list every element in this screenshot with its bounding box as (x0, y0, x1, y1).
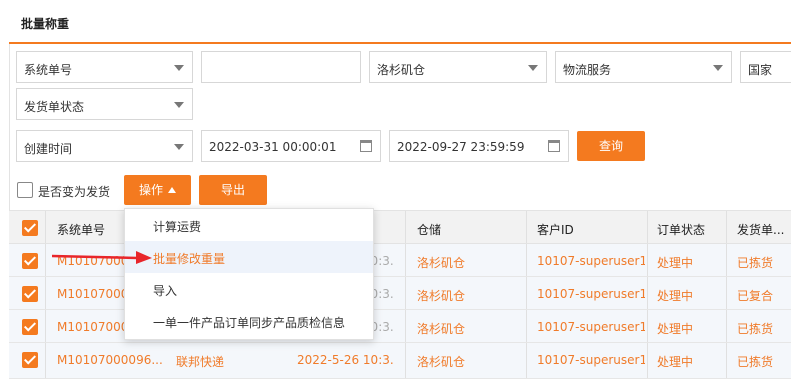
red-arrow-annotation (52, 251, 152, 264)
ship-status-cell: 已拣货 (737, 355, 774, 369)
operate-dropdown-menu: 计算运费 批量修改重量 导入 一单一件产品订单同步产品质检信息 (124, 208, 374, 340)
col-header-status[interactable]: 订单状态 (657, 221, 705, 238)
ship-status-value: 发货单状态 (24, 100, 85, 114)
select-all-checkbox[interactable] (22, 220, 38, 236)
ship-toggle-checkbox[interactable] (17, 182, 33, 198)
col-header-ship[interactable]: 发货单... (737, 221, 791, 238)
calendar-icon (548, 140, 560, 152)
status-cell: 处理中 (657, 322, 694, 336)
status-cell: 处理中 (657, 289, 694, 303)
customer-cell: 10107-superuser100 (537, 353, 645, 367)
menu-item-calc-freight[interactable]: 计算运费 (125, 209, 373, 241)
ship-status-select[interactable]: 发货单状态 (16, 88, 193, 120)
status-cell: 处理中 (657, 355, 694, 369)
row-checkbox[interactable] (22, 253, 38, 269)
ship-status-cell: 已复合 (737, 289, 774, 303)
caret-up-icon (168, 187, 176, 193)
warehouse-value: 洛杉矶仓 (377, 63, 426, 77)
menu-item-import[interactable]: 导入 (125, 273, 373, 305)
col-header-order[interactable]: 系统单号 (57, 221, 105, 238)
end-date-value: 2022-09-27 23:59:59 (397, 140, 525, 154)
export-button[interactable]: 导出 (199, 175, 267, 205)
calendar-icon (360, 140, 372, 152)
warehouse-select[interactable]: 洛杉矶仓 (369, 51, 547, 83)
logistics-value: 物流服务 (563, 63, 612, 77)
order-field-value: 系统单号 (24, 63, 73, 77)
warehouse-cell: 洛杉矶仓 (417, 289, 466, 303)
page-header: 批量称重 (9, 0, 791, 44)
warehouse-cell: 洛杉矶仓 (417, 256, 466, 270)
operate-button[interactable]: 操作 (124, 175, 191, 205)
order-field-select[interactable]: 系统单号 (16, 51, 193, 83)
carrier-cell: 联邦快递 (176, 355, 225, 369)
order-number-input[interactable] (201, 51, 361, 83)
order-link[interactable]: M10107000096... (57, 353, 165, 367)
page-title: 批量称重 (21, 17, 70, 31)
customer-cell: 10107-superuser100 (537, 254, 645, 268)
time-type-select[interactable]: 创建时间 (16, 130, 193, 162)
customer-cell: 10107-superuser100 (537, 320, 645, 334)
chevron-down-icon (528, 65, 538, 71)
col-header-customer[interactable]: 客户ID (537, 221, 574, 238)
query-button[interactable]: 查询 (577, 131, 645, 161)
country-select[interactable]: 国家 (740, 51, 791, 83)
created-time: 2022-5-26 10:3... (297, 353, 393, 367)
customer-cell: 10107-superuser100 (537, 287, 645, 301)
start-date-input[interactable]: 2022-03-31 00:00:01 (201, 130, 381, 162)
row-checkbox[interactable] (22, 319, 38, 335)
time-type-value: 创建时间 (24, 142, 73, 156)
row-checkbox[interactable] (22, 352, 38, 368)
logistics-select[interactable]: 物流服务 (555, 51, 732, 83)
status-cell: 处理中 (657, 256, 694, 270)
menu-item-sync-qc-info[interactable]: 一单一件产品订单同步产品质检信息 (125, 305, 373, 337)
start-date-value: 2022-03-31 00:00:01 (209, 140, 337, 154)
ship-toggle-label: 是否变为发货 (38, 185, 111, 199)
chevron-down-icon (174, 144, 184, 150)
table-row[interactable]: M10107000096... 联邦快递 2022-5-26 10:3... 洛… (9, 343, 791, 379)
ship-status-cell: 已拣货 (737, 256, 774, 270)
end-date-input[interactable]: 2022-09-27 23:59:59 (389, 130, 569, 162)
row-checkbox[interactable] (22, 286, 38, 302)
chevron-down-icon (174, 65, 184, 71)
chevron-down-icon (174, 102, 184, 108)
operate-label: 操作 (138, 183, 163, 197)
col-header-warehouse[interactable]: 仓储 (417, 221, 441, 238)
chevron-down-icon (713, 65, 723, 71)
warehouse-cell: 洛杉矶仓 (417, 322, 466, 336)
warehouse-cell: 洛杉矶仓 (417, 355, 466, 369)
ship-status-cell: 已拣货 (737, 322, 774, 336)
country-value: 国家 (748, 63, 773, 77)
menu-item-batch-edit-weight[interactable]: 批量修改重量 (125, 241, 373, 273)
